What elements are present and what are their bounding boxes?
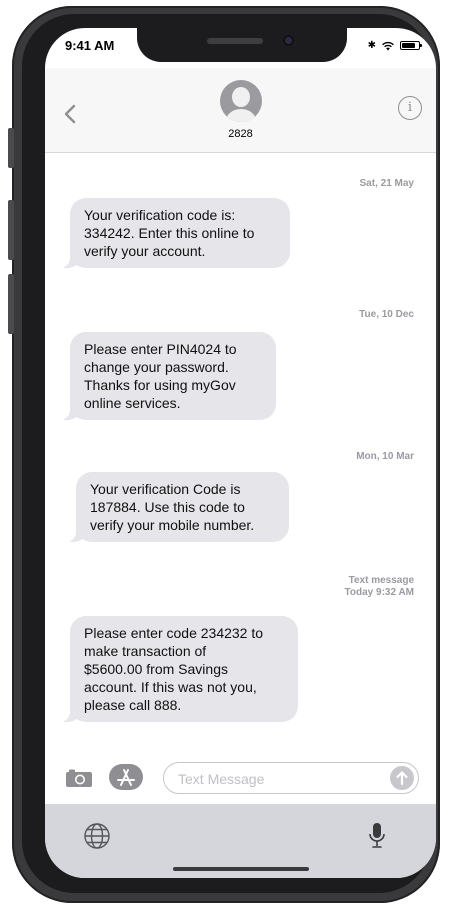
globe-icon[interactable] [83,822,111,850]
status-icons: ✱ [367,40,422,51]
battery-icon [400,41,422,50]
message-bubble[interactable]: Please enter PIN4024 to change your pass… [60,332,276,420]
message-list: Sat, 21 May Your verification code is: 3… [45,153,436,753]
mute-switch [8,128,14,168]
status-time: 9:41 AM [65,38,115,53]
compose-bar [45,760,436,802]
contact-avatar-icon[interactable] [220,80,262,122]
app-store-icon[interactable] [109,764,143,790]
volume-down-button [8,274,14,334]
contact-name[interactable]: 2828 [45,128,436,140]
message-input-container[interactable] [163,762,419,794]
microphone-icon[interactable] [368,822,386,850]
keyboard-bottom-bar [45,804,436,878]
phone-screen: 9:41 AM ✱ 2828 i Sat, 21 May Your verifi… [45,28,436,878]
message-bubble[interactable]: Please enter code 234232 to make transac… [60,616,298,722]
camera-icon[interactable] [65,768,93,788]
front-camera [283,35,294,46]
conversation-header: 2828 i [45,68,436,153]
message-bubble[interactable]: Your verification Code is 187884. Use th… [66,472,289,542]
message-bubble[interactable]: Your verification code is: 334242. Enter… [60,198,290,268]
info-icon[interactable]: i [398,96,422,120]
back-chevron-icon[interactable] [59,102,83,126]
home-indicator[interactable] [173,867,309,871]
message-timestamp: Mon, 10 Mar [356,451,414,462]
bluetooth-icon: ✱ [367,40,376,51]
wifi-icon [382,41,394,50]
message-timestamp: Text message Today 9:32 AM [344,575,414,598]
message-timestamp: Sat, 21 May [359,178,414,189]
message-timestamp: Tue, 10 Dec [359,309,414,320]
earpiece-speaker [207,38,263,44]
message-input[interactable] [176,768,370,790]
send-arrow-up-icon[interactable] [390,766,414,790]
volume-up-button [8,200,14,260]
notch [137,28,347,62]
